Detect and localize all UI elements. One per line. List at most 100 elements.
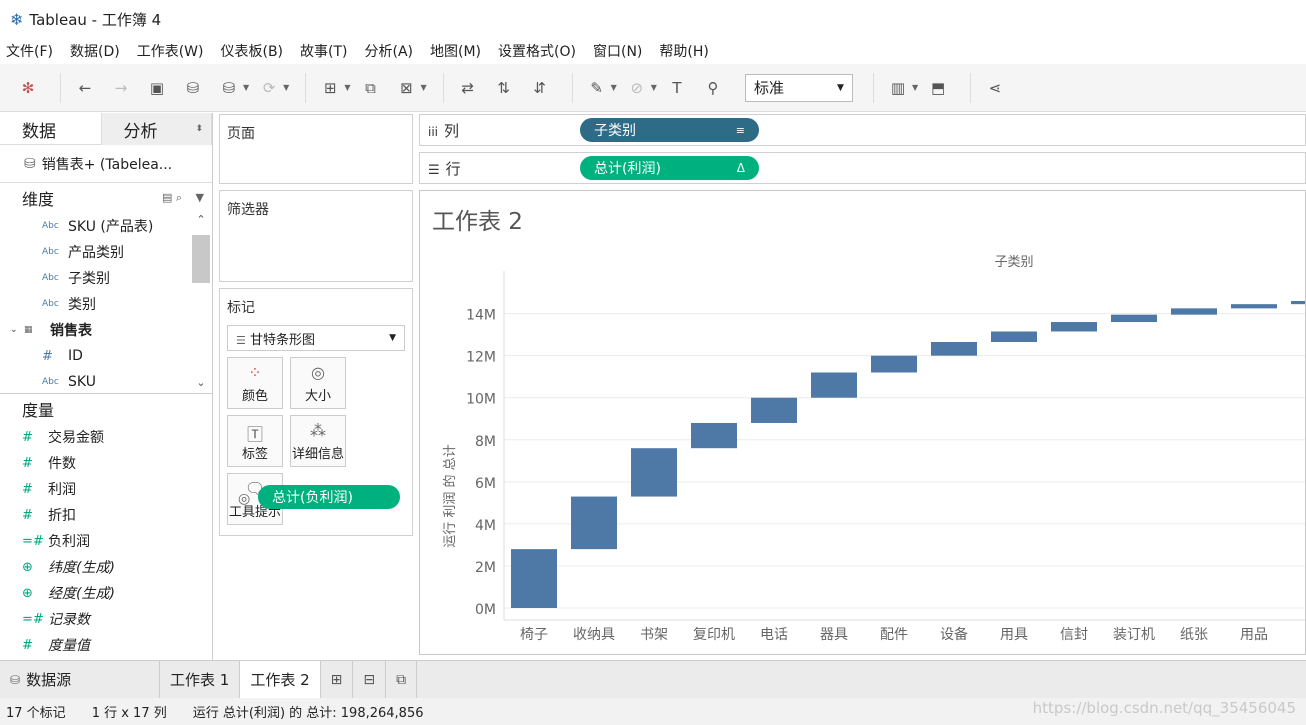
list-item[interactable]: Abc 类别 [0,291,212,317]
title-bar: ❄ Tableau - 工作簿 4 [0,0,1306,38]
chevron-down-icon[interactable]: ▼ [651,83,657,92]
bar [1051,322,1097,332]
tableau-home-icon[interactable]: ✻ [14,74,42,102]
chevron-up-icon[interactable]: ⌃ [192,213,210,226]
duplicate-sheet-icon[interactable]: ⧉ [356,74,384,102]
chevron-down-icon: ▼ [837,82,844,93]
toolbar: ✻ ← → ▣ ⛁ ⛁ ▼ ⟳ ▼ ⊞ ▼ ⧉ ⊠ ▼ ⇄ ⇅ ⇵ ✎ ▼ ⊘ ▼ T ⚲ … [0,64,1306,112]
column-field-pill[interactable]: 子类别 ≡ [580,118,759,142]
size-icon: ◎ [311,362,325,382]
view-toggle-icon[interactable]: ▤ [162,191,172,204]
field-label: 子类别 [68,271,110,287]
presentation-mode-icon[interactable]: ⬒ [924,74,952,102]
menu-window[interactable]: 窗口(N) [593,41,642,61]
list-item[interactable]: Abc SKU [0,369,212,393]
scrollbar[interactable]: ⌃ ⌄ [192,213,210,389]
chevron-down-icon[interactable]: ▼ [243,83,249,92]
x-axis-title: 子类别 [994,255,1033,270]
list-item[interactable]: Abc SKU (产品表) [0,213,212,239]
menu-worksheet[interactable]: 工作表(W) [137,41,204,61]
chevron-down-icon[interactable]: ▼ [196,191,204,204]
list-item[interactable]: # 利润 [0,476,212,502]
undo-icon[interactable]: ← [71,74,99,102]
group-icon[interactable]: ⊘ [623,74,651,102]
mark-type-select[interactable]: ☰ 甘特条形图 ▼ [227,325,405,351]
chevron-down-icon[interactable]: ▼ [420,83,426,92]
size-field-pill[interactable]: 总计(负利润) [258,485,400,509]
chevron-down-icon[interactable]: ▼ [611,83,617,92]
chevron-down-icon[interactable]: ▼ [283,83,289,92]
menu-dashboard[interactable]: 仪表板(B) [220,41,283,61]
color-button[interactable]: ⁘ 颜色 [227,357,283,409]
clear-sheet-icon[interactable]: ⊠ [392,74,420,102]
menu-help[interactable]: 帮助(H) [659,41,708,61]
list-item[interactable]: # 交易金额 [0,424,212,450]
save-icon[interactable]: ▣ [143,74,171,102]
datasource-item[interactable]: ⛁ 销售表+ (Tabelea... [0,145,212,183]
row-pill-label: 总计(利润) [594,161,661,177]
filters-card[interactable]: 筛选器 [219,190,413,282]
columns-shelf[interactable]: iii 列 子类别 ≡ [419,114,1306,146]
share-icon[interactable]: ⋖ [981,74,1009,102]
list-item[interactable]: Abc 子类别 [0,265,212,291]
show-me-icon[interactable]: ▥ [884,74,912,102]
redo-icon[interactable]: → [107,74,135,102]
label-button[interactable]: 🅃 标签 [227,415,283,467]
fix-axes-icon[interactable]: ⚲ [699,74,727,102]
highlight-icon[interactable]: ✎ [583,74,611,102]
new-datasource-icon[interactable]: ⛁ [179,74,207,102]
worksheet-view: 工作表 2 子类别 0M 2M 4M 6M 8M 10M 12M 14M 运行 利润 的 总计 椅子 收… [419,190,1306,655]
field-label: 经度(生成) [48,586,115,602]
tab-datasource[interactable]: ⛁ 数据源 [0,660,160,699]
scrollbar-thumb[interactable] [192,235,210,283]
pause-updates-icon[interactable]: ⛁ [215,74,243,102]
list-item[interactable]: =# 负利润 [0,528,212,554]
sort-ascending-icon[interactable]: ⇅ [490,74,518,102]
detail-button[interactable]: ⁂ 详细信息 [290,415,346,467]
fit-select[interactable]: 标准 ▼ [744,73,853,102]
sort-descending-icon[interactable]: ⇵ [526,74,554,102]
list-item[interactable]: # 度量值 [0,632,212,658]
waterfall-chart[interactable]: 工作表 2 子类别 0M 2M 4M 6M 8M 10M 12M 14M 运行 利润 的 总计椅子 收… [420,191,1306,655]
menu-map[interactable]: 地图(M) [430,41,481,61]
search-icon[interactable]: ⌕ [176,191,182,204]
chevron-down-icon[interactable]: ⌄ [10,325,24,335]
new-worksheet-icon[interactable]: ⊞ [316,74,344,102]
show-labels-icon[interactable]: T [663,74,691,102]
tab-sheet-2[interactable]: 工作表 2 [240,660,321,699]
globe-icon: ⊕ [22,559,33,575]
menu-format[interactable]: 设置格式(O) [498,41,576,61]
chevron-down-icon[interactable]: ▼ [344,83,350,92]
list-item[interactable]: =# 记录数 [0,606,212,632]
new-story-tab-icon[interactable]: ⧉ [386,660,418,699]
rows-shelf[interactable]: ☰ 行 总计(利润) Δ [419,152,1306,184]
tab-sheet-1[interactable]: 工作表 1 [160,660,241,699]
tab-analysis[interactable]: 分析 ⬍ [101,113,212,145]
menu-data[interactable]: 数据(D) [70,41,120,61]
menu-story[interactable]: 故事(T) [300,41,347,61]
row-field-pill[interactable]: 总计(利润) Δ [580,156,759,180]
list-item[interactable]: ⊕ 经度(生成) [0,580,212,606]
list-item[interactable]: ⊕ 纬度(生成) [0,554,212,580]
gantt-icon: ☰ [236,333,246,347]
new-worksheet-tab-icon[interactable]: ⊞ [321,660,354,699]
chevron-down-icon[interactable]: ⌄ [192,376,210,389]
toolbar-separator [970,72,972,103]
swap-rows-columns-icon[interactable]: ⇄ [454,74,482,102]
refresh-icon[interactable]: ⟳ [255,74,283,102]
list-item[interactable]: Abc 产品类别 [0,239,212,265]
pane-tabs: 数据 分析 ⬍ [0,113,212,145]
pages-card[interactable]: 页面 [219,114,413,184]
new-dashboard-tab-icon[interactable]: ⊟ [353,660,387,699]
list-item[interactable]: # 折扣 [0,502,212,528]
field-label: 销售表 [50,323,92,339]
chevron-down-icon[interactable]: ▼ [912,83,918,92]
tab-data[interactable]: 数据 [0,113,102,145]
size-button[interactable]: ◎ 大小 [290,357,346,409]
list-item[interactable]: # 件数 [0,450,212,476]
menu-analysis[interactable]: 分析(A) [365,41,414,61]
list-item[interactable]: ⌄ ▦ 销售表 [0,317,212,343]
list-item[interactable]: # ID [0,343,212,369]
field-label: 类别 [68,297,96,313]
menu-file[interactable]: 文件(F) [6,41,53,61]
